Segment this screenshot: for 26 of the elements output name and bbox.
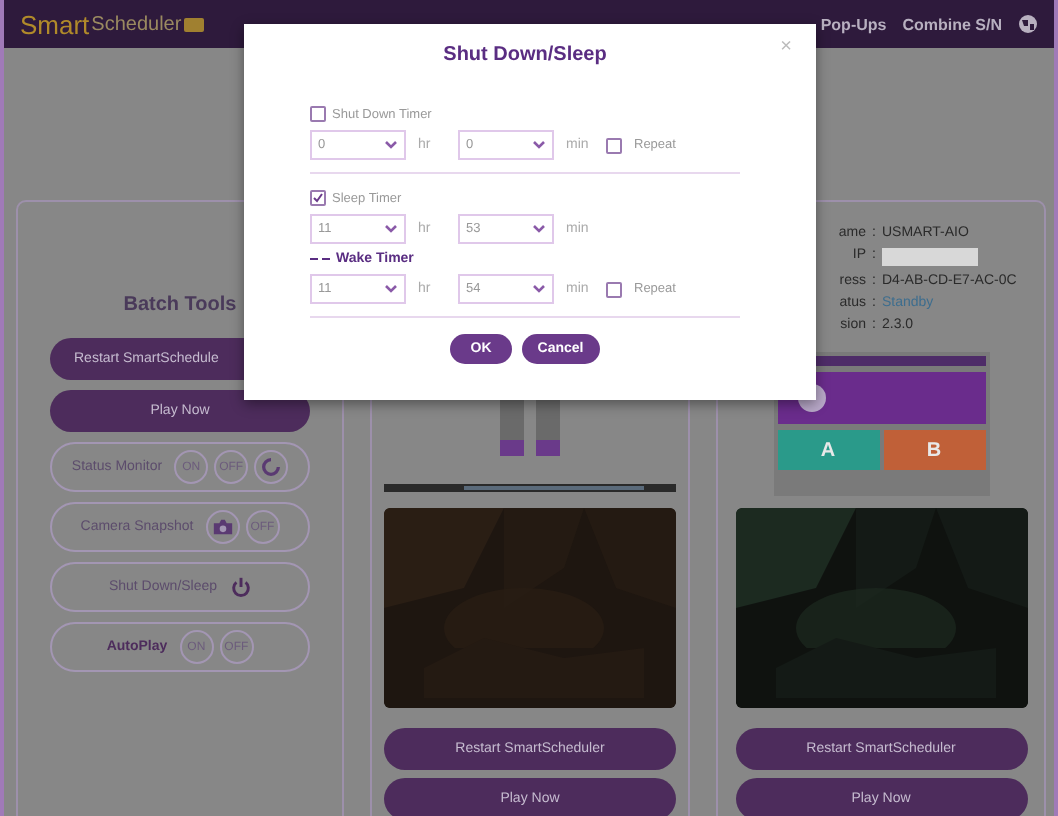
refresh-icon: [260, 456, 283, 478]
dash-icon: [310, 256, 330, 262]
power-icon[interactable]: [229, 576, 252, 598]
chevron-icon: [532, 284, 546, 294]
nav-link[interactable]: Pop-Ups: [820, 15, 887, 33]
chevron-icon: [384, 140, 398, 150]
nav-link[interactable]: Combine S/N: [902, 15, 1002, 33]
chevron-icon: [384, 224, 398, 234]
close-button[interactable]: ×: [780, 36, 792, 58]
camera-icon: [211, 516, 234, 538]
chevron-icon: [532, 140, 546, 150]
camera-button[interactable]: [205, 510, 240, 544]
checkbox[interactable]: [310, 106, 326, 122]
refresh-button[interactable]: [254, 450, 289, 484]
tile-letter: B: [883, 430, 985, 470]
panel-title: Batch Tools: [121, 294, 239, 316]
checkbox[interactable]: [310, 190, 326, 206]
tile-letter: A: [777, 430, 879, 470]
chevron-icon: [384, 284, 398, 294]
logo-text: Scheduler: [91, 13, 182, 35]
masked-ip: [882, 248, 978, 266]
chevron-icon: [532, 224, 546, 234]
checkbox[interactable]: [606, 137, 622, 153]
dialog-title: Shut Down/Sleep: [441, 44, 609, 66]
checkbox[interactable]: [606, 281, 622, 297]
logo-text: Smart: [20, 9, 90, 39]
